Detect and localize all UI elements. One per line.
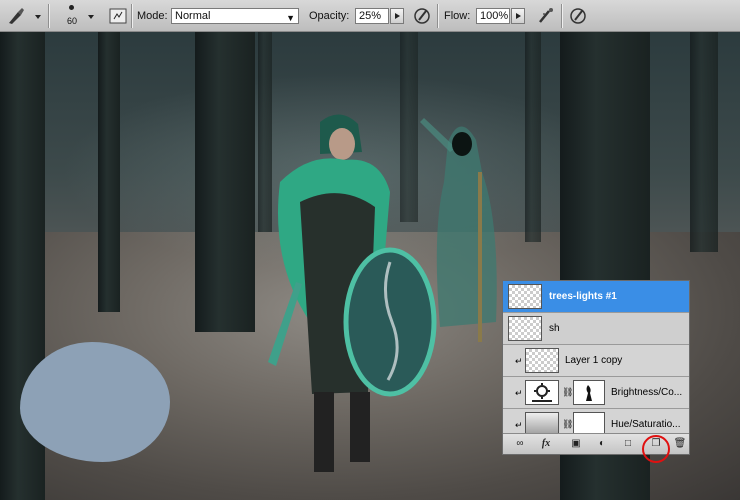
opacity-label: Opacity: <box>309 10 350 22</box>
fx-icon[interactable]: fx <box>539 437 553 451</box>
layer-thumbnail <box>508 284 542 309</box>
layer-name: Brightness/Co... <box>611 387 683 398</box>
brush-size-label: 60 <box>66 16 77 26</box>
pressure-opacity-icon[interactable] <box>412 6 432 26</box>
opacity-slider-button[interactable] <box>390 8 404 24</box>
pressure-size-icon[interactable] <box>568 6 588 26</box>
tree-trunk <box>195 32 255 332</box>
link-icon: ⛓ <box>562 419 574 429</box>
brush-tip-icon <box>69 5 74 10</box>
mode-value: Normal <box>175 10 211 22</box>
mode-select[interactable]: Normal ▼ <box>171 8 299 24</box>
tree-trunk <box>690 32 718 252</box>
link-icon: ⛓ <box>562 387 574 397</box>
brush-picker-dropdown-icon[interactable] <box>88 15 94 19</box>
warrior-figure <box>268 114 437 472</box>
tree-trunk <box>525 32 541 242</box>
highlight-circle <box>642 435 670 463</box>
layer-name: Layer 1 copy <box>565 355 623 366</box>
options-bar: 60 Mode: Normal ▼ Opacity: 25% Flow: 100… <box>0 0 740 32</box>
color-blob <box>20 342 170 462</box>
clipping-arrow-icon: ↵ <box>515 388 523 398</box>
layer-thumbnail <box>525 348 559 373</box>
flow-label: Flow: <box>444 10 471 22</box>
brightness-adjustment-icon <box>525 380 559 405</box>
brush-tool-icon[interactable] <box>6 6 26 26</box>
layer-thumbnail <box>508 316 542 341</box>
layer-row[interactable]: ↵ Layer 1 copy <box>503 345 689 377</box>
adjustment-layer-icon[interactable]: ◐ <box>595 437 609 451</box>
layer-name: trees-lights #1 <box>549 291 617 302</box>
clipping-arrow-icon: ↵ <box>515 420 523 430</box>
layers-panel: trees-lights #1 sh ↵ Layer 1 copy ↵ ⛓ Br… <box>502 280 690 455</box>
trash-icon[interactable]: 🗑 <box>673 437 687 451</box>
opacity-input[interactable]: 25% <box>355 8 389 24</box>
mode-label: Mode: <box>137 10 168 22</box>
layer-name: sh <box>549 323 560 334</box>
flow-input[interactable]: 100% <box>476 8 510 24</box>
layer-row[interactable]: ↵ ⛓ Brightness/Co... <box>503 377 689 409</box>
flow-slider-button[interactable] <box>511 8 525 24</box>
new-group-icon[interactable]: □ <box>621 437 635 451</box>
brush-panel-toggle-icon[interactable] <box>108 6 128 26</box>
brush-preset-picker[interactable]: 60 <box>62 3 82 29</box>
layer-name: Hue/Saturatio... <box>611 419 681 430</box>
tool-preset-dropdown-icon[interactable] <box>35 15 41 19</box>
layer-row[interactable]: trees-lights #1 <box>503 281 689 313</box>
layer-row[interactable]: sh <box>503 313 689 345</box>
add-mask-icon[interactable]: ▣ <box>569 437 583 451</box>
link-layers-icon[interactable]: ∞ <box>513 437 527 451</box>
mask-thumbnail <box>573 380 605 405</box>
chevron-down-icon: ▼ <box>286 13 295 23</box>
clipping-arrow-icon: ↵ <box>515 356 523 366</box>
airbrush-icon[interactable] <box>536 6 556 26</box>
tree-trunk <box>98 32 120 312</box>
